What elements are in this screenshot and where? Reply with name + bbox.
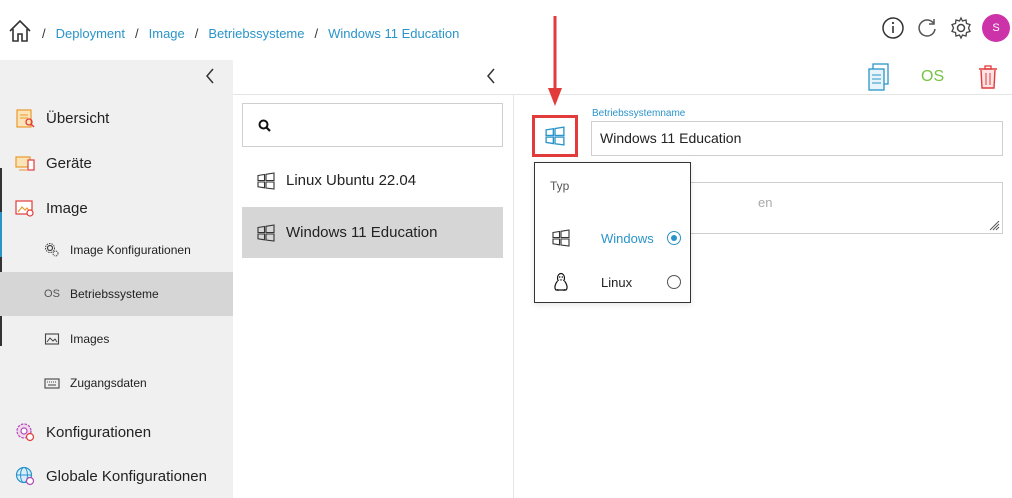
config-icon [13,420,37,444]
windows-icon [551,228,571,248]
resize-handle-icon[interactable] [988,219,1000,231]
os-type-dropdown: Typ Windows Linux [534,162,691,303]
breadcrumb-image[interactable]: Image [149,26,185,41]
sidebar-item-images[interactable]: Images [0,317,233,361]
search-input[interactable] [242,103,503,147]
windows-icon [256,171,276,191]
picture-icon [43,330,61,348]
dropdown-option-windows[interactable]: Windows [535,219,690,257]
sidebar-collapse-chevron-icon[interactable] [202,66,218,86]
image-icon [13,196,37,220]
breadcrumb: / Deployment / Image / Betriebssysteme /… [42,26,469,41]
sidebar-item-konfigurationen[interactable]: Konfigurationen [0,412,233,452]
header-actions: S [880,14,1010,42]
breadcrumb-separator: / [194,26,199,41]
linux-tux-icon [551,272,571,292]
trash-icon[interactable] [977,64,999,90]
windows-icon [256,223,276,243]
sidebar-item-label: Betriebssysteme [70,287,159,301]
overview-icon [13,106,37,130]
avatar[interactable]: S [982,14,1010,42]
sidebar-item-globale-konfigurationen[interactable]: Globale Konfigurationen [0,456,233,496]
radio-windows[interactable] [667,231,681,245]
list-collapse-chevron-icon[interactable] [483,66,499,86]
sidebar-item-betriebssysteme[interactable]: OS Betriebssysteme [0,272,233,316]
description-placeholder: en [758,195,773,210]
list-item[interactable]: Windows 11 Education [242,207,503,258]
radio-linux[interactable] [667,275,681,289]
dropdown-label: Typ [550,179,570,193]
sidebar-item-label: Globale Konfigurationen [46,467,207,485]
breadcrumb-separator: / [42,26,46,41]
dropdown-option-label: Linux [601,274,633,290]
gears-icon [43,241,61,259]
breadcrumb-deployment[interactable]: Deployment [56,26,125,41]
sidebar-item-label: Image [46,199,88,217]
dropdown-option-label: Windows [601,230,654,246]
dropdown-option-linux[interactable]: Linux [535,263,690,301]
sidebar-item-label: Image Konfigurationen [70,243,191,257]
os-name-field[interactable]: Windows 11 Education [591,121,1003,156]
list-item-label: Windows 11 Education [286,224,438,241]
breadcrumb-current[interactable]: Windows 11 Education [328,26,459,41]
home-icon[interactable] [7,18,33,44]
list-item[interactable]: Linux Ubuntu 22.04 [242,155,503,206]
sidebar-item-uebersicht[interactable]: Übersicht [0,98,233,138]
toolbar: OS [233,60,1012,95]
globe-config-icon [13,464,37,488]
sidebar-item-label: Geräte [46,154,92,172]
sidebar-item-label: Zugangsdaten [70,376,147,390]
sidebar-item-label: Konfigurationen [46,423,152,441]
document-copy-icon[interactable] [866,62,892,92]
os-type-button[interactable] [532,115,578,157]
sidebar-item-geraete[interactable]: Geräte [0,143,233,183]
header: / Deployment / Image / Betriebssysteme /… [0,0,1012,60]
os-text-icon: OS [44,288,60,300]
keyboard-icon [43,374,61,392]
gear-icon[interactable] [948,15,974,41]
os-list-panel: Linux Ubuntu 22.04 Windows 11 Education [233,95,514,498]
windows-icon [545,126,565,146]
sidebar-item-label: Images [70,332,110,346]
breadcrumb-betriebssysteme[interactable]: Betriebssysteme [208,26,304,41]
devices-icon [13,151,37,175]
info-icon[interactable] [880,15,906,41]
sidebar-item-label: Übersicht [46,109,110,127]
os-button[interactable]: OS [921,68,944,86]
breadcrumb-separator: / [135,26,139,41]
refresh-icon[interactable] [914,15,940,41]
annotation-arrow-icon [548,16,562,106]
search-icon [258,119,271,132]
sidebar-item-image-konfigurationen[interactable]: Image Konfigurationen [0,228,233,272]
os-name-label: Betriebssystemname [592,108,686,119]
sidebar-item-zugangsdaten[interactable]: Zugangsdaten [0,361,233,405]
breadcrumb-separator: / [314,26,319,41]
list-item-label: Linux Ubuntu 22.04 [286,172,417,189]
sidebar-item-image[interactable]: Image [0,188,233,228]
